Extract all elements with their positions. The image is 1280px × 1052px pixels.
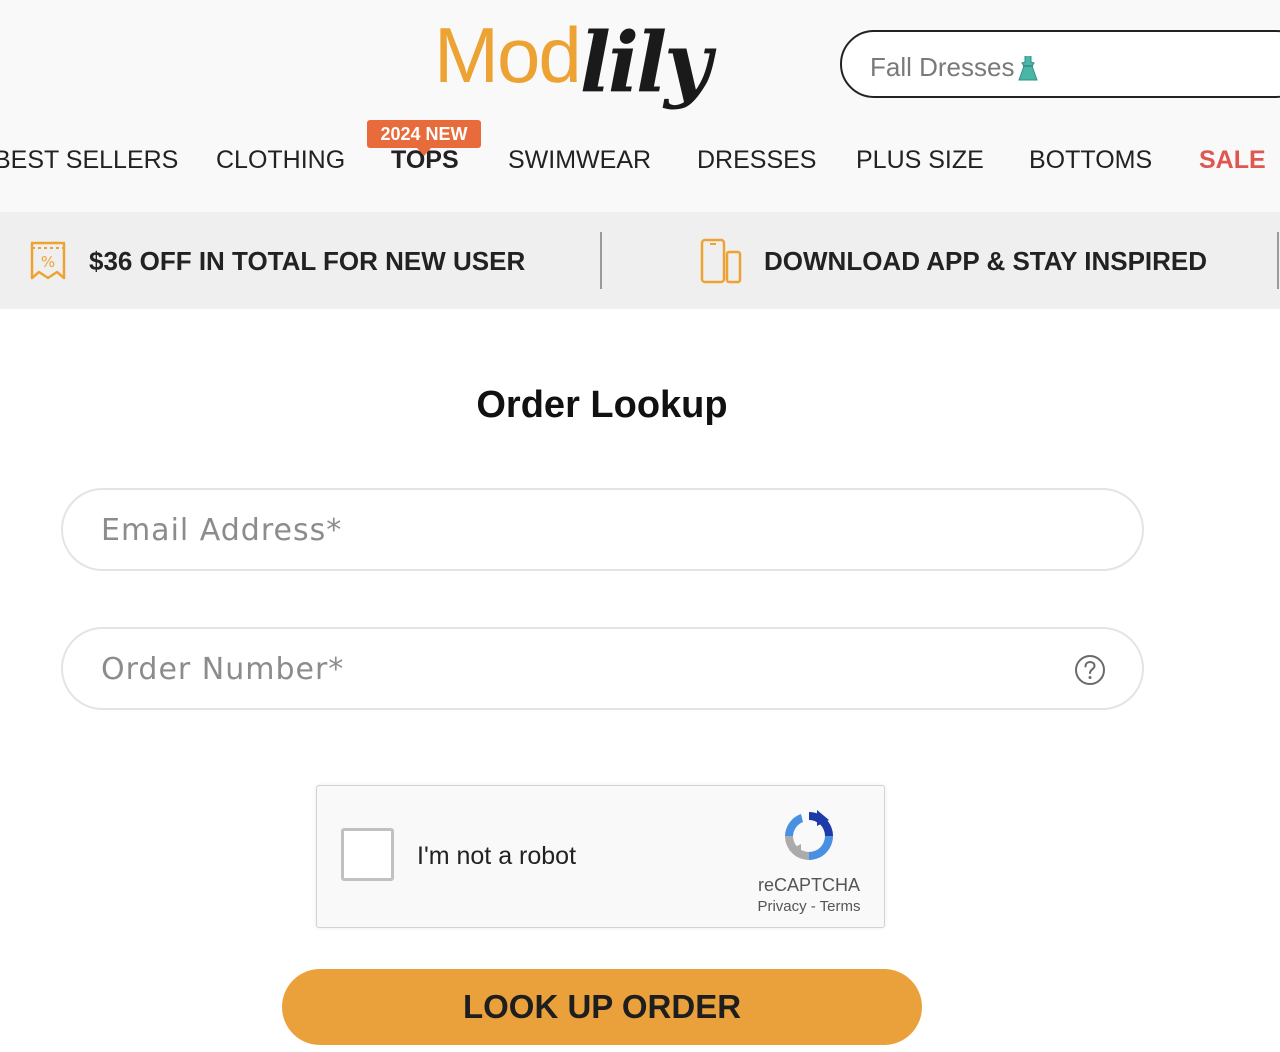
logo-text-mod: Mod [434, 11, 582, 99]
modlily-logo[interactable]: Mod lily [434, 6, 712, 118]
help-icon[interactable] [1074, 654, 1106, 686]
site-header: Mod lily Fall Dresses BEST SELLERS CLOTH… [0, 0, 1280, 212]
nav-item-plus-size[interactable]: PLUS SIZE [856, 146, 984, 175]
email-input[interactable] [101, 508, 1061, 552]
promo-app-text[interactable]: DOWNLOAD APP & STAY INSPIRED [764, 246, 1207, 277]
recaptcha-widget: I'm not a robot reCAPTCHA Privacy - Term… [316, 785, 885, 928]
nav-item-sale[interactable]: SALE [1199, 146, 1266, 175]
nav-item-best-sellers[interactable]: BEST SELLERS [0, 146, 178, 175]
nav-item-clothing[interactable]: CLOTHING [216, 146, 345, 175]
nav-item-dresses[interactable]: DRESSES [697, 146, 816, 175]
promo-bar: % $36 OFF IN TOTAL FOR NEW USER DOWNLOAD… [0, 212, 1280, 309]
main-nav: BEST SELLERS CLOTHING TOPS SWIMWEAR DRES… [0, 140, 1280, 184]
order-number-input[interactable] [101, 647, 1061, 691]
nav-item-bottoms[interactable]: BOTTOMS [1029, 146, 1152, 175]
order-number-field[interactable] [61, 627, 1144, 710]
search-placeholder: Fall Dresses [870, 52, 1015, 82]
recaptcha-checkbox[interactable] [341, 828, 394, 881]
svg-text:%: % [41, 253, 55, 271]
logo-text-lily: lily [579, 15, 712, 111]
search-input[interactable]: Fall Dresses [870, 52, 1040, 83]
email-field[interactable] [61, 488, 1144, 571]
promo-divider [1277, 232, 1279, 289]
page-title: Order Lookup [476, 384, 728, 426]
recaptcha-label: I'm not a robot [417, 842, 577, 870]
recaptcha-brand: reCAPTCHA [757, 875, 860, 895]
promo-new-user-text[interactable]: $36 OFF IN TOTAL FOR NEW USER [89, 246, 525, 277]
recaptcha-logo-icon [785, 810, 833, 860]
nav-item-swimwear[interactable]: SWIMWEAR [508, 146, 651, 175]
recaptcha-links[interactable]: Privacy - Terms [747, 898, 871, 915]
look-up-order-button[interactable]: LOOK UP ORDER [282, 969, 922, 1045]
search-bar[interactable]: Fall Dresses [840, 30, 1280, 98]
new-badge: 2024 NEW [367, 120, 481, 156]
coupon-icon: % [30, 241, 66, 280]
phone-icon [700, 238, 742, 284]
promo-divider [600, 232, 602, 289]
dress-icon [1018, 55, 1039, 80]
